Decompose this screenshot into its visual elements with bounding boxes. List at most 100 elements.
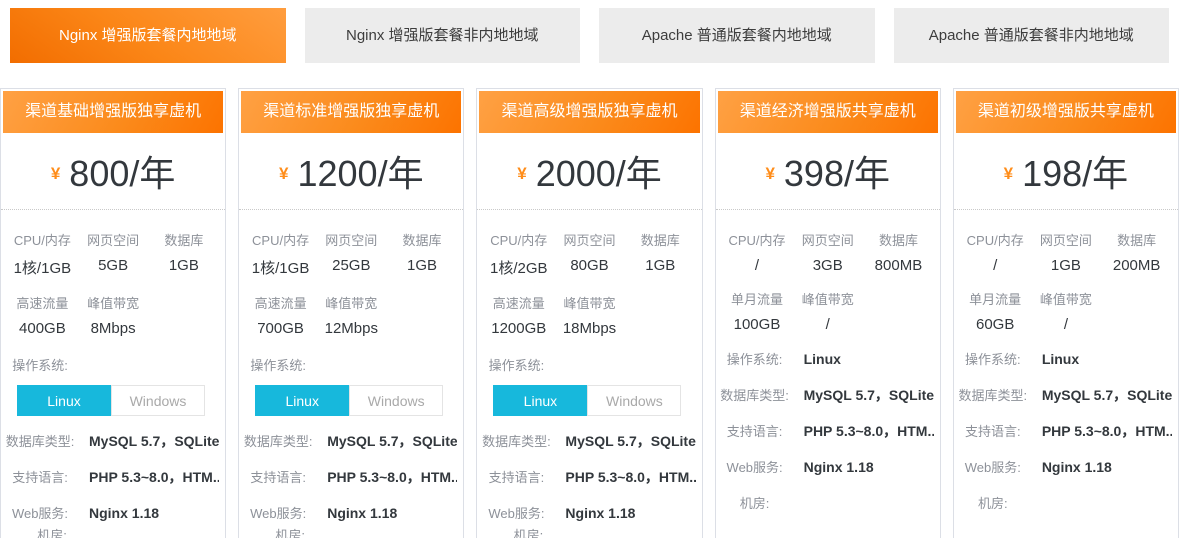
os-toggle: Linux Windows (493, 385, 695, 416)
spec-label: 网页空间 (792, 230, 863, 249)
spec-label: CPU/内存 (245, 230, 316, 249)
spec-value: 200MB (1101, 257, 1172, 274)
plan-title: 渠道高级增强版独享虚机 (479, 91, 699, 133)
spec-value: 700GB (245, 320, 316, 337)
spec-value: 800MB (863, 257, 934, 274)
os-toggle: Linux Windows (255, 385, 457, 416)
spec-label: 高速流量 (483, 293, 554, 312)
spec-label: CPU/内存 (483, 230, 554, 249)
tab-nginx-enhanced-non-mainland[interactable]: Nginx 增强版套餐非内地地域 (305, 8, 581, 63)
spec-label: 数据库 (863, 230, 934, 249)
plan-card-economy-shared: 渠道经济增强版共享虚机 ¥ 398/年 CPU/内存/ 网页空间3GB 数据库8… (715, 88, 941, 538)
spec-value: 400GB (7, 320, 78, 337)
spec-label: 高速流量 (7, 293, 78, 312)
datacenter-label: 机房: (958, 495, 1028, 512)
spec-label: CPU/内存 (960, 230, 1031, 249)
plan-details: 操作系统: Linux Windows 数据库类型:MySQL 5.7，SQLi… (477, 337, 701, 538)
plan-title: 渠道标准增强版独享虚机 (241, 91, 461, 133)
plan-price: ¥ 2000/年 (477, 133, 701, 210)
plan-card-entry-shared: 渠道初级增强版共享虚机 ¥ 198/年 CPU/内存/ 网页空间1GB 数据库2… (953, 88, 1179, 538)
os-label: 操作系统: (243, 355, 313, 374)
spec-label: 单月流量 (960, 289, 1031, 308)
spec-grid: CPU/内存1核/1GB 网页空间25GB 数据库1GB 高速流量700GB 峰… (239, 210, 463, 337)
language-label: 支持语言: (481, 469, 551, 486)
price-amount: 2000/年 (536, 145, 662, 197)
db-type-value: MySQL 5.7，SQLite (1042, 387, 1172, 404)
currency-symbol: ¥ (51, 164, 60, 184)
price-amount: 198/年 (1022, 145, 1128, 197)
web-service-value: Nginx 1.18 (565, 505, 635, 522)
os-option-linux[interactable]: Linux (493, 385, 587, 416)
spec-value: 1200GB (483, 320, 554, 337)
datacenter-label: 机房: (493, 527, 563, 538)
tab-apache-basic-non-mainland[interactable]: Apache 普通版套餐非内地地域 (894, 8, 1170, 63)
spec-label: CPU/内存 (7, 230, 78, 249)
web-service-value: Nginx 1.18 (804, 459, 874, 476)
spec-label: 数据库 (625, 230, 696, 249)
spec-label: 网页空间 (316, 230, 387, 249)
spec-value: 5GB (78, 257, 149, 274)
os-option-windows[interactable]: Windows (587, 385, 681, 416)
spec-value: / (960, 257, 1031, 274)
db-type-label: 数据库类型: (243, 433, 313, 450)
web-service-label: Web服务: (481, 505, 551, 522)
plan-title: 渠道基础增强版独享虚机 (3, 91, 223, 133)
web-service-value: Nginx 1.18 (89, 505, 159, 522)
tab-nginx-enhanced-mainland[interactable]: Nginx 增强版套餐内地地域 (10, 8, 286, 63)
os-label: 操作系统: (720, 351, 790, 368)
db-type-label: 数据库类型: (958, 387, 1028, 404)
spec-value: 18Mbps (554, 320, 625, 337)
plan-card-basic-dedicated: 渠道基础增强版独享虚机 ¥ 800/年 CPU/内存1核/1GB 网页空间5GB… (0, 88, 226, 538)
language-value: PHP 5.3~8.0，HTM... (327, 469, 457, 486)
language-label: 支持语言: (5, 469, 75, 486)
language-label: 支持语言: (720, 423, 790, 440)
spec-value: 8Mbps (78, 320, 149, 337)
plan-price: ¥ 198/年 (954, 133, 1178, 210)
os-option-linux[interactable]: Linux (255, 385, 349, 416)
tab-apache-basic-mainland[interactable]: Apache 普通版套餐内地地域 (599, 8, 875, 63)
web-service-label: Web服务: (5, 505, 75, 522)
spec-label: 数据库 (387, 230, 458, 249)
price-amount: 1200/年 (297, 145, 423, 197)
currency-symbol: ¥ (517, 164, 526, 184)
plan-details: 操作系统: Linux Windows 数据库类型: MySQL 5.7，SQLi… (239, 337, 463, 538)
web-service-label: Web服务: (243, 505, 313, 522)
web-service-label: Web服务: (720, 459, 790, 476)
os-option-windows[interactable]: Windows (349, 385, 443, 416)
spec-label: 网页空间 (78, 230, 149, 249)
spec-value: / (722, 257, 793, 274)
os-toggle: Linux Windows (17, 385, 219, 416)
spec-value: 60GB (960, 316, 1031, 333)
plan-details: 操作系统:Linux 数据库类型:MySQL 5.7，SQLite 支持语言:P… (716, 333, 940, 512)
currency-symbol: ¥ (1004, 164, 1013, 184)
spec-value: / (792, 316, 863, 333)
datacenter-label: 机房: (255, 527, 325, 538)
spec-label: 峰值带宽 (78, 293, 149, 312)
language-value: PHP 5.3~8.0，HTM... (565, 469, 695, 486)
spec-label: 峰值带宽 (316, 293, 387, 312)
db-type-value: MySQL 5.7，SQLite (327, 433, 457, 450)
plan-title: 渠道经济增强版共享虚机 (718, 91, 938, 133)
spec-value: 1核/2GB (483, 257, 554, 278)
language-value: PHP 5.3~8.0，HTM... (804, 423, 934, 440)
plan-title: 渠道初级增强版共享虚机 (956, 91, 1176, 133)
spec-label: 网页空间 (554, 230, 625, 249)
os-value: Linux (1042, 351, 1079, 368)
spec-label: 峰值带宽 (792, 289, 863, 308)
db-type-label: 数据库类型: (481, 433, 551, 450)
plan-details: 操作系统: Linux Windows 数据库类型:MySQL 5.7，SQLi… (1, 337, 225, 538)
spec-label: 数据库 (1101, 230, 1172, 249)
plan-price: ¥ 1200/年 (239, 133, 463, 210)
os-value: Linux (804, 351, 841, 368)
language-value: PHP 5.3~8.0，HTM... (1042, 423, 1172, 440)
spec-label: 峰值带宽 (554, 293, 625, 312)
web-service-label: Web服务: (958, 459, 1028, 476)
os-option-windows[interactable]: Windows (111, 385, 205, 416)
spec-value: 1GB (625, 257, 696, 274)
web-service-value: Nginx 1.18 (1042, 459, 1112, 476)
os-option-linux[interactable]: Linux (17, 385, 111, 416)
plan-card-advanced-dedicated: 渠道高级增强版独享虚机 ¥ 2000/年 CPU/内存1核/2GB 网页空间80… (476, 88, 702, 538)
spec-grid: CPU/内存/ 网页空间3GB 数据库800MB 单月流量100GB 峰值带宽/ (716, 210, 940, 333)
plan-card-list: 渠道基础增强版独享虚机 ¥ 800/年 CPU/内存1核/1GB 网页空间5GB… (0, 88, 1179, 538)
spec-value: 1核/1GB (245, 257, 316, 278)
